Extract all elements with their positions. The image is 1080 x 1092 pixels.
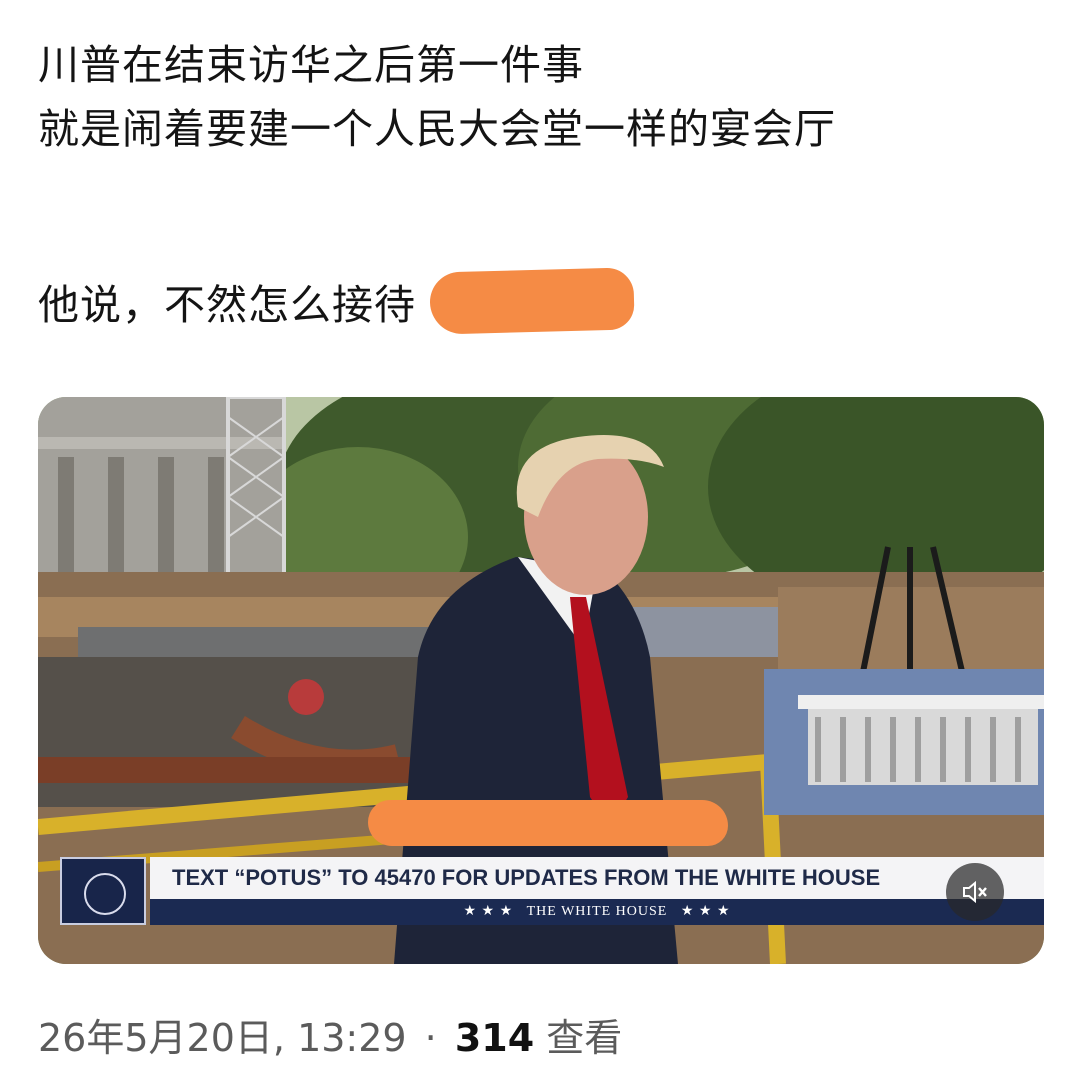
views-label: 查看 <box>546 1016 623 1060</box>
mute-button[interactable] <box>946 863 1004 921</box>
brand-label: THE WHITE HOUSE <box>526 904 668 919</box>
stars-left: ★ ★ ★ <box>463 904 514 919</box>
post-line-1: 川普在结束访华之后第一件事 <box>38 41 584 89</box>
meta-separator: · <box>424 1016 437 1060</box>
seal-icon <box>84 873 126 915</box>
ticker-text: TEXT “POTUS” TO 45470 FOR UPDATES FROM T… <box>150 857 1044 899</box>
white-house-logo <box>60 857 146 925</box>
post-line-2: 就是闹着要建一个人民大会堂一样的宴会厅 <box>38 105 836 153</box>
ticker-brand: ★ ★ ★ THE WHITE HOUSE ★ ★ ★ <box>150 899 1044 925</box>
post-time: 13:29 <box>297 1016 407 1060</box>
post-line-3-text: 他说，不然怎么接待 <box>38 281 416 329</box>
stars-right: ★ ★ ★ <box>680 904 731 919</box>
post-date: 26年5月20日, <box>38 1016 285 1060</box>
views-count: 314 <box>454 1016 535 1060</box>
post-line-3: 他说，不然怎么接待 <box>38 267 1048 340</box>
post-meta: 26年5月20日, 13:29 · 314 查看 <box>38 1010 622 1066</box>
post-text: 川普在结束访华之后第一件事 就是闹着要建一个人民大会堂一样的宴会厅 他说，不然怎… <box>38 36 1048 340</box>
news-ticker: TEXT “POTUS” TO 45470 FOR UPDATES FROM T… <box>60 857 1044 925</box>
video-player[interactable]: TEXT “POTUS” TO 45470 FOR UPDATES FROM T… <box>38 397 1044 964</box>
censor-mark <box>429 267 635 335</box>
censor-mark-caption <box>368 800 728 846</box>
speaker-muted-icon <box>963 880 987 904</box>
